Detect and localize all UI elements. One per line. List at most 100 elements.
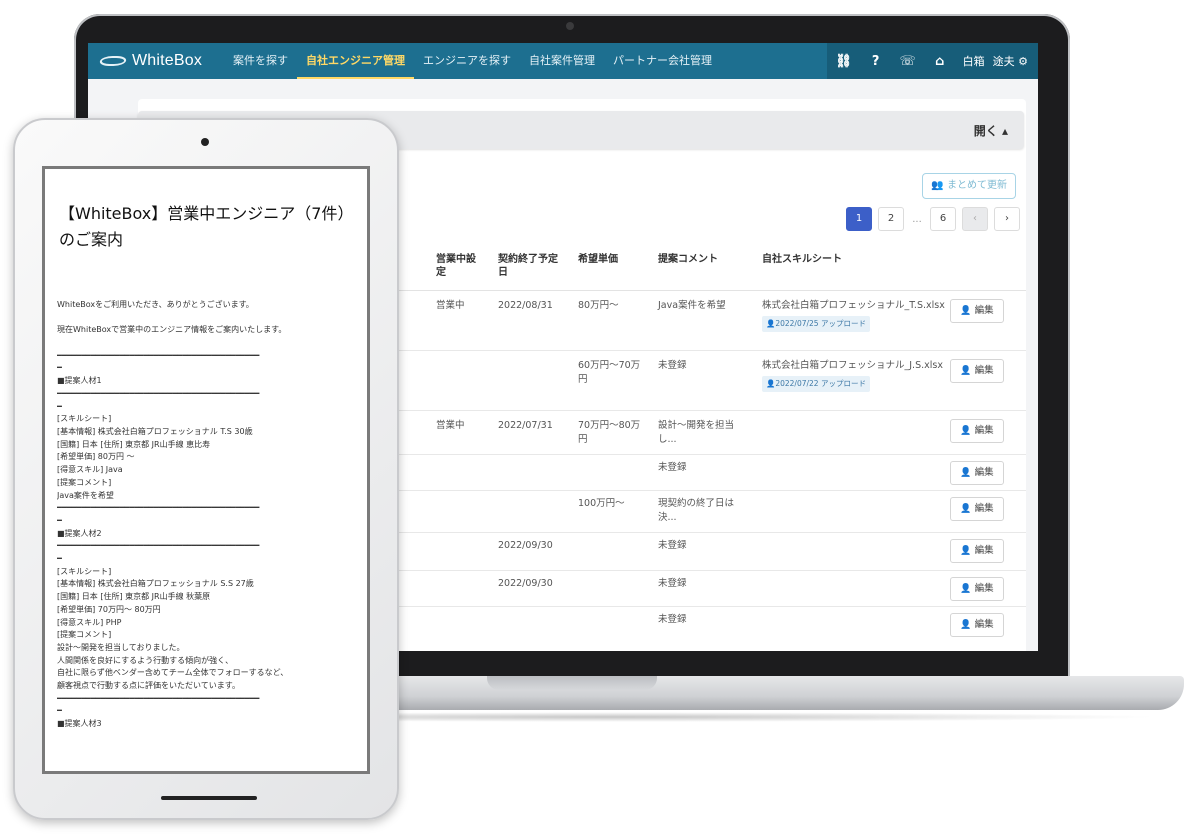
laptop-camera — [566, 22, 574, 30]
edit-button[interactable]: 👤 編集 — [950, 539, 1004, 563]
mail-line: [基本情報] 株式会社白箱プロフェッショナル S.S 27歳 — [57, 579, 254, 589]
tablet-device: 【WhiteBox】営業中エンジニア（7件）のご案内 WhiteBoxをご利用い… — [13, 118, 399, 820]
edit-button[interactable]: 👤 編集 — [950, 577, 1004, 601]
mail-line: 人間関係を良好にするよう行動する傾向が強く、 — [57, 655, 234, 665]
mail-line: [国籍] 日本 [住所] 東京都 JR山手線 秋葉原 — [57, 592, 211, 602]
mail-line: [提案コメント] — [57, 630, 112, 640]
edit-label: 編集 — [974, 467, 994, 478]
user-edit-icon: 👤 — [960, 584, 972, 594]
row-end-date: 2022/08/31 — [498, 300, 553, 311]
mail-line: ━ — [57, 401, 62, 411]
edit-label: 編集 — [974, 619, 994, 630]
bulk-update-button[interactable]: 👥 まとめて更新 — [922, 173, 1016, 199]
mail-line: 顧客視点で行動する点に評価をいただいています。 — [57, 681, 240, 691]
row-end-date: 2022/09/30 — [498, 540, 553, 551]
chat-icon[interactable]: ☏ — [899, 54, 917, 69]
mail-body[interactable]: WhiteBoxをご利用いただき、ありがとうございます。現在WhiteBoxで営… — [57, 299, 363, 731]
user-edit-icon: 👤 — [960, 504, 972, 514]
mail-line: [希望単価] 80万円 〜 — [57, 452, 135, 462]
mail-line: [得意スキル] Java — [57, 465, 123, 475]
edit-button[interactable]: 👤 編集 — [950, 359, 1004, 383]
edit-label: 編集 — [974, 305, 994, 316]
row-comment: 未登録 — [658, 360, 687, 371]
tablet-home-indicator[interactable] — [161, 796, 257, 800]
row-comment: 未登録 — [658, 540, 687, 551]
user-edit-icon: 👤 — [960, 620, 972, 630]
user-edit-icon: 👤 — [960, 468, 972, 478]
nav-item-own-projects[interactable]: 自社案件管理 — [520, 43, 604, 79]
brand-logo[interactable]: WhiteBox — [88, 52, 224, 70]
prev-page-button[interactable]: ‹ — [962, 207, 988, 231]
edit-button[interactable]: 👤 編集 — [950, 299, 1004, 323]
mail-line: 設計〜開発を担当しておりました。 — [57, 642, 185, 652]
mail-line: 自社に限らず他ベンダー含めてチーム全体でフォローするなど、 — [57, 668, 289, 678]
mail-subject: 【WhiteBox】営業中エンジニア（7件）のご案内 — [59, 204, 354, 249]
page-6-button[interactable]: 6 — [930, 207, 956, 231]
page-2-button[interactable]: 2 — [878, 207, 904, 231]
edit-button[interactable]: 👤 編集 — [950, 613, 1004, 637]
col-sales-status[interactable]: 営業中設定 — [436, 253, 476, 279]
mail-line: ━━━━━━━━━━━━━━━━━━━━━━━━━━━━━━━━━━━━━━━━… — [57, 693, 260, 703]
row-price: 60万円〜70万円 — [578, 360, 641, 385]
tablet-camera — [201, 138, 209, 146]
handshake-icon[interactable]: ⛓ — [835, 54, 853, 69]
row-end-date: 2022/09/30 — [498, 578, 553, 589]
mail-line: 現在WhiteBoxで営業中のエンジニア情報をご案内いたします。 — [57, 325, 287, 335]
nav-right-area: ⛓ ? ☏ ⌂ 白箱 途夫 ⚙ — [826, 43, 1038, 79]
mail-line: ━ — [57, 363, 62, 373]
edit-button[interactable]: 👤 編集 — [950, 497, 1004, 521]
user-first-name: 途夫 — [992, 55, 1015, 68]
skill-sheet-link[interactable]: 株式会社白箱プロフェッショナル_T.S.xlsx — [762, 299, 946, 313]
nav-item-own-engineers[interactable]: 自社エンジニア管理 — [297, 43, 414, 79]
brand-name: WhiteBox — [132, 52, 203, 69]
edit-label: 編集 — [974, 503, 994, 514]
mail-line: [スキルシート] — [57, 414, 112, 424]
row-comment: 未登録 — [658, 578, 687, 589]
row-comment: 未登録 — [658, 462, 687, 473]
mail-line — [57, 337, 363, 350]
user-last-name: 白箱 — [962, 55, 985, 68]
row-price: 70万円〜80万円 — [578, 420, 641, 445]
row-comment: 未登録 — [658, 614, 687, 625]
row-status: 営業中 — [436, 420, 465, 431]
filter-toggle-button[interactable]: 開く ▴ — [974, 122, 1008, 139]
mail-line: ━ — [57, 554, 62, 564]
col-contract-end[interactable]: 契約終了予定日 — [498, 253, 564, 279]
col-price[interactable]: 希望単価 — [578, 253, 648, 266]
mail-line: ■提案人材2 — [57, 528, 102, 538]
mail-line: [希望単価] 70万円〜 80万円 — [57, 604, 161, 614]
user-edit-icon: 👤 — [960, 306, 972, 316]
tablet-screen: 【WhiteBox】営業中エンジニア（7件）のご案内 WhiteBoxをご利用い… — [42, 166, 370, 774]
nav-item-search-engineers[interactable]: エンジニアを探す — [414, 43, 520, 79]
edit-button[interactable]: 👤 編集 — [950, 461, 1004, 485]
home-icon[interactable]: ⌂ — [931, 54, 949, 69]
mail-line: ■提案人材1 — [57, 376, 102, 386]
next-page-button[interactable]: › — [994, 207, 1020, 231]
mail-line: [基本情報] 株式会社白箱プロフェッショナル T.S 30歳 — [57, 427, 253, 436]
row-comment: 設計〜開発を担当し... — [658, 420, 735, 445]
mail-line: WhiteBoxをご利用いただき、ありがとうございます。 — [57, 300, 254, 309]
nav-item-search-projects[interactable]: 案件を探す — [224, 43, 297, 79]
help-icon[interactable]: ? — [867, 54, 885, 69]
edit-label: 編集 — [974, 583, 994, 594]
skill-sheet-link[interactable]: 株式会社白箱プロフェッショナル_J.S.xlsx — [762, 359, 946, 373]
mail-line: ━ — [57, 706, 62, 716]
col-skill-sheet[interactable]: 自社スキルシート — [762, 253, 882, 266]
page-1-button[interactable]: 1 — [846, 207, 872, 231]
user-edit-icon: 👤 — [960, 546, 972, 556]
edit-label: 編集 — [974, 545, 994, 556]
edit-button[interactable]: 👤 編集 — [950, 419, 1004, 443]
nav-item-partners[interactable]: パートナー会社管理 — [604, 43, 721, 79]
upload-badge: 👤2022/07/22 アップロード — [762, 376, 870, 392]
user-menu[interactable]: 白箱 途夫 ⚙ — [963, 53, 1028, 69]
mail-line: [スキルシート] — [57, 566, 112, 576]
mail-line: [得意スキル] PHP — [57, 617, 122, 627]
gear-icon: ⚙ — [1018, 55, 1028, 68]
mail-line: ■提案人材3 — [57, 719, 102, 729]
col-comment[interactable]: 提案コメント — [658, 253, 748, 266]
top-navbar: WhiteBox 案件を探す 自社エンジニア管理 エンジニアを探す 自社案件管理… — [88, 43, 1038, 79]
pagination: 1 2 ... 6 ‹ › — [846, 207, 1020, 231]
row-price: 100万円〜 — [578, 498, 625, 509]
row-price: 80万円〜 — [578, 300, 619, 311]
mail-line: Java案件を希望 — [57, 490, 114, 500]
